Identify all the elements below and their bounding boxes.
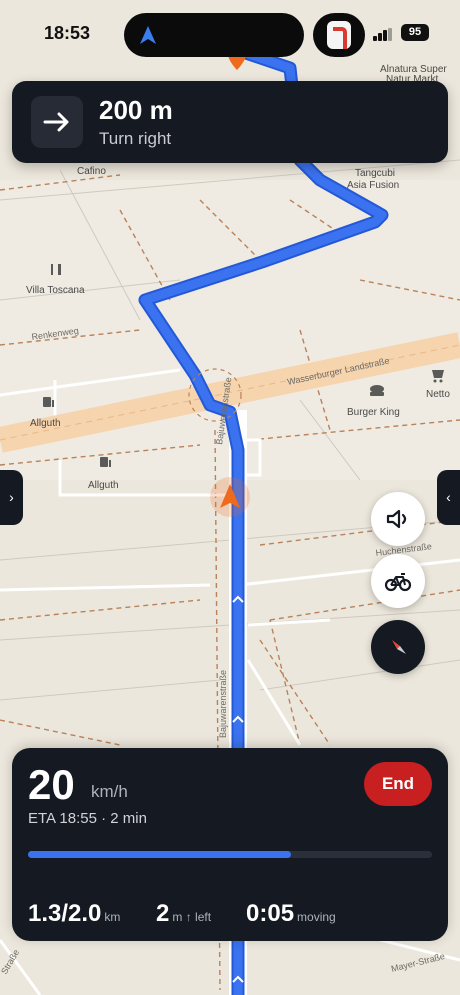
distance-stat: 1.3/2.0 km bbox=[28, 900, 120, 928]
label-allguth-2: Allguth bbox=[88, 480, 119, 491]
bike-mode-button[interactable] bbox=[371, 554, 425, 608]
elapsed-stat: 0:05 moving bbox=[246, 900, 336, 928]
compass-icon bbox=[392, 640, 406, 654]
trip-panel: 20 km/h ETA 18:55 · 2 min End 1.3/2.0 km … bbox=[12, 748, 448, 941]
right-drawer-handle[interactable]: ‹ bbox=[437, 470, 460, 525]
location-marker bbox=[210, 477, 250, 517]
elevation-unit: m ↑ left bbox=[172, 910, 212, 924]
current-speed: 20 bbox=[28, 761, 75, 808]
left-drawer-handle[interactable]: › bbox=[0, 470, 23, 525]
turn-icon-box bbox=[31, 96, 83, 148]
route-progress-fill bbox=[28, 851, 291, 858]
sound-button[interactable] bbox=[371, 492, 425, 546]
app-activity-icon[interactable] bbox=[313, 13, 365, 57]
status-time: 18:53 bbox=[44, 23, 91, 43]
dynamic-island[interactable] bbox=[124, 13, 304, 57]
label-cafino: Cafino bbox=[77, 166, 106, 177]
navigation-arrow-icon bbox=[140, 26, 156, 44]
label-villa-toscana: Villa Toscana bbox=[26, 285, 85, 296]
speed-unit: km/h bbox=[91, 782, 128, 801]
arrow-right-icon bbox=[43, 112, 69, 132]
turn-distance: 200 m bbox=[99, 95, 173, 125]
status-bar: 18:53 95 bbox=[0, 0, 460, 68]
distance-value: 1.3/2.0 bbox=[28, 900, 102, 927]
turn-instruction-banner[interactable]: 200 m Turn right bbox=[12, 81, 448, 163]
street-bajuwarenstrasse: Bajuwarenstraße bbox=[218, 670, 228, 738]
label-netto: Netto bbox=[426, 389, 450, 400]
turn-instruction: Turn right bbox=[99, 129, 172, 148]
eta-text: ETA 18:55 · 2 min bbox=[28, 810, 147, 827]
end-button[interactable]: End bbox=[364, 762, 432, 806]
label-burger-king: Burger King bbox=[347, 407, 400, 418]
route-progress-bar bbox=[28, 851, 432, 858]
elapsed-label: moving bbox=[297, 910, 336, 924]
label-asia-fusion: Asia Fusion bbox=[347, 180, 399, 191]
battery-icon: 95 bbox=[401, 24, 429, 41]
compass-button[interactable] bbox=[371, 620, 425, 674]
label-allguth-1: Allguth bbox=[30, 418, 61, 429]
elapsed-value: 0:05 bbox=[246, 900, 295, 927]
label-tangcubi: Tangcubi bbox=[355, 168, 395, 179]
distance-unit: km bbox=[104, 910, 121, 924]
elevation-value: 2 bbox=[156, 900, 170, 927]
elevation-stat: 2m ↑ left bbox=[156, 900, 211, 928]
speaker-icon bbox=[386, 509, 407, 529]
bicycle-icon bbox=[384, 573, 412, 592]
signal-icon bbox=[373, 28, 393, 41]
